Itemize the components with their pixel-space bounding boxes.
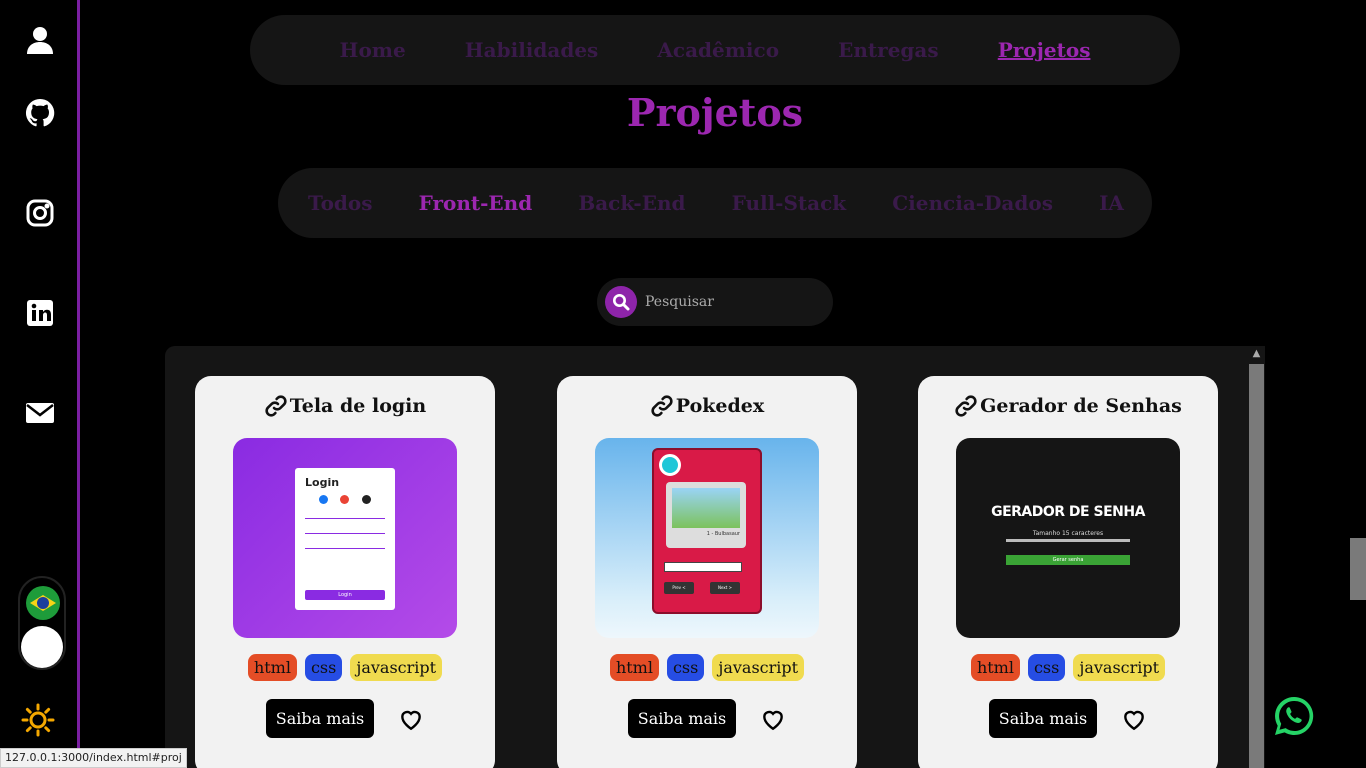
search-icon [613, 294, 630, 311]
tag-javascript: javascript [1073, 654, 1166, 681]
nav-habilidades[interactable]: Habilidades [465, 38, 599, 62]
link-icon [265, 395, 287, 417]
project-card-login: Tela de login Login Login html css javas… [195, 376, 495, 768]
project-thumbnail[interactable]: GERADOR DE SENHA Tamanho 15 caracteres G… [956, 438, 1180, 638]
tag-list: html css javascript [557, 654, 857, 681]
card-title[interactable]: Gerador de Senhas [918, 394, 1218, 418]
filter-back-end[interactable]: Back-End [578, 191, 685, 215]
filter-ia[interactable]: IA [1099, 191, 1124, 215]
linkedin-icon[interactable] [20, 295, 60, 331]
scroll-up-arrow-icon[interactable]: ▲ [1251, 349, 1262, 359]
search-button[interactable] [605, 286, 637, 318]
nav-academico[interactable]: Acadêmico [657, 38, 779, 62]
status-bar-url: 127.0.0.1:3000/index.html#proj [0, 748, 187, 768]
brazil-flag-icon [26, 586, 60, 620]
filter-front-end[interactable]: Front-End [419, 191, 533, 215]
language-toggle[interactable] [18, 576, 66, 670]
top-nav: Home Habilidades Acadêmico Entregas Proj… [250, 15, 1180, 85]
nav-home[interactable]: Home [340, 38, 406, 62]
tag-html: html [609, 654, 659, 681]
page-scroll-thumb[interactable] [1350, 538, 1366, 600]
tag-javascript: javascript [712, 654, 805, 681]
filter-todos[interactable]: Todos [308, 191, 373, 215]
tag-html: html [247, 654, 297, 681]
tag-javascript: javascript [350, 654, 443, 681]
filter-full-stack[interactable]: Full-Stack [732, 191, 847, 215]
filter-ciencia-dados[interactable]: Ciencia-Dados [892, 191, 1053, 215]
saiba-mais-button[interactable]: Saiba mais [988, 699, 1098, 738]
project-thumbnail[interactable]: Login Login [233, 438, 457, 638]
heart-icon[interactable] [760, 706, 786, 732]
link-icon [651, 395, 673, 417]
category-filters: Todos Front-End Back-End Full-Stack Cien… [278, 168, 1152, 238]
tag-list: html css javascript [918, 654, 1218, 681]
nav-entregas[interactable]: Entregas [838, 38, 939, 62]
tag-list: html css javascript [195, 654, 495, 681]
tag-html: html [970, 654, 1020, 681]
card-title[interactable]: Tela de login [195, 394, 495, 418]
saiba-mais-button[interactable]: Saiba mais [627, 699, 737, 738]
heart-icon[interactable] [1121, 706, 1147, 732]
nav-projetos[interactable]: Projetos [998, 38, 1091, 62]
sun-icon[interactable] [21, 703, 55, 737]
toggle-knob[interactable] [21, 626, 63, 668]
tag-css: css [1027, 654, 1066, 681]
search-bar [597, 278, 833, 326]
tag-css: css [666, 654, 705, 681]
instagram-icon[interactable] [20, 195, 60, 231]
project-thumbnail[interactable]: 1 - Bulbasaur Prev < Next > [595, 438, 819, 638]
tag-css: css [304, 654, 343, 681]
link-icon [955, 395, 977, 417]
saiba-mais-button[interactable]: Saiba mais [265, 699, 375, 738]
card-title[interactable]: Pokedex [557, 394, 857, 418]
project-card-pokedex: Pokedex 1 - Bulbasaur Prev < Next > html… [557, 376, 857, 768]
mail-icon[interactable] [20, 395, 60, 431]
heart-icon[interactable] [398, 706, 424, 732]
projects-scroll-thumb[interactable] [1249, 364, 1264, 768]
whatsapp-icon[interactable] [1272, 694, 1316, 738]
project-card-gerador-senhas: Gerador de Senhas GERADOR DE SENHA Taman… [918, 376, 1218, 768]
user-icon[interactable] [20, 22, 60, 58]
section-title: Projetos [626, 90, 804, 135]
search-input[interactable] [645, 294, 815, 310]
